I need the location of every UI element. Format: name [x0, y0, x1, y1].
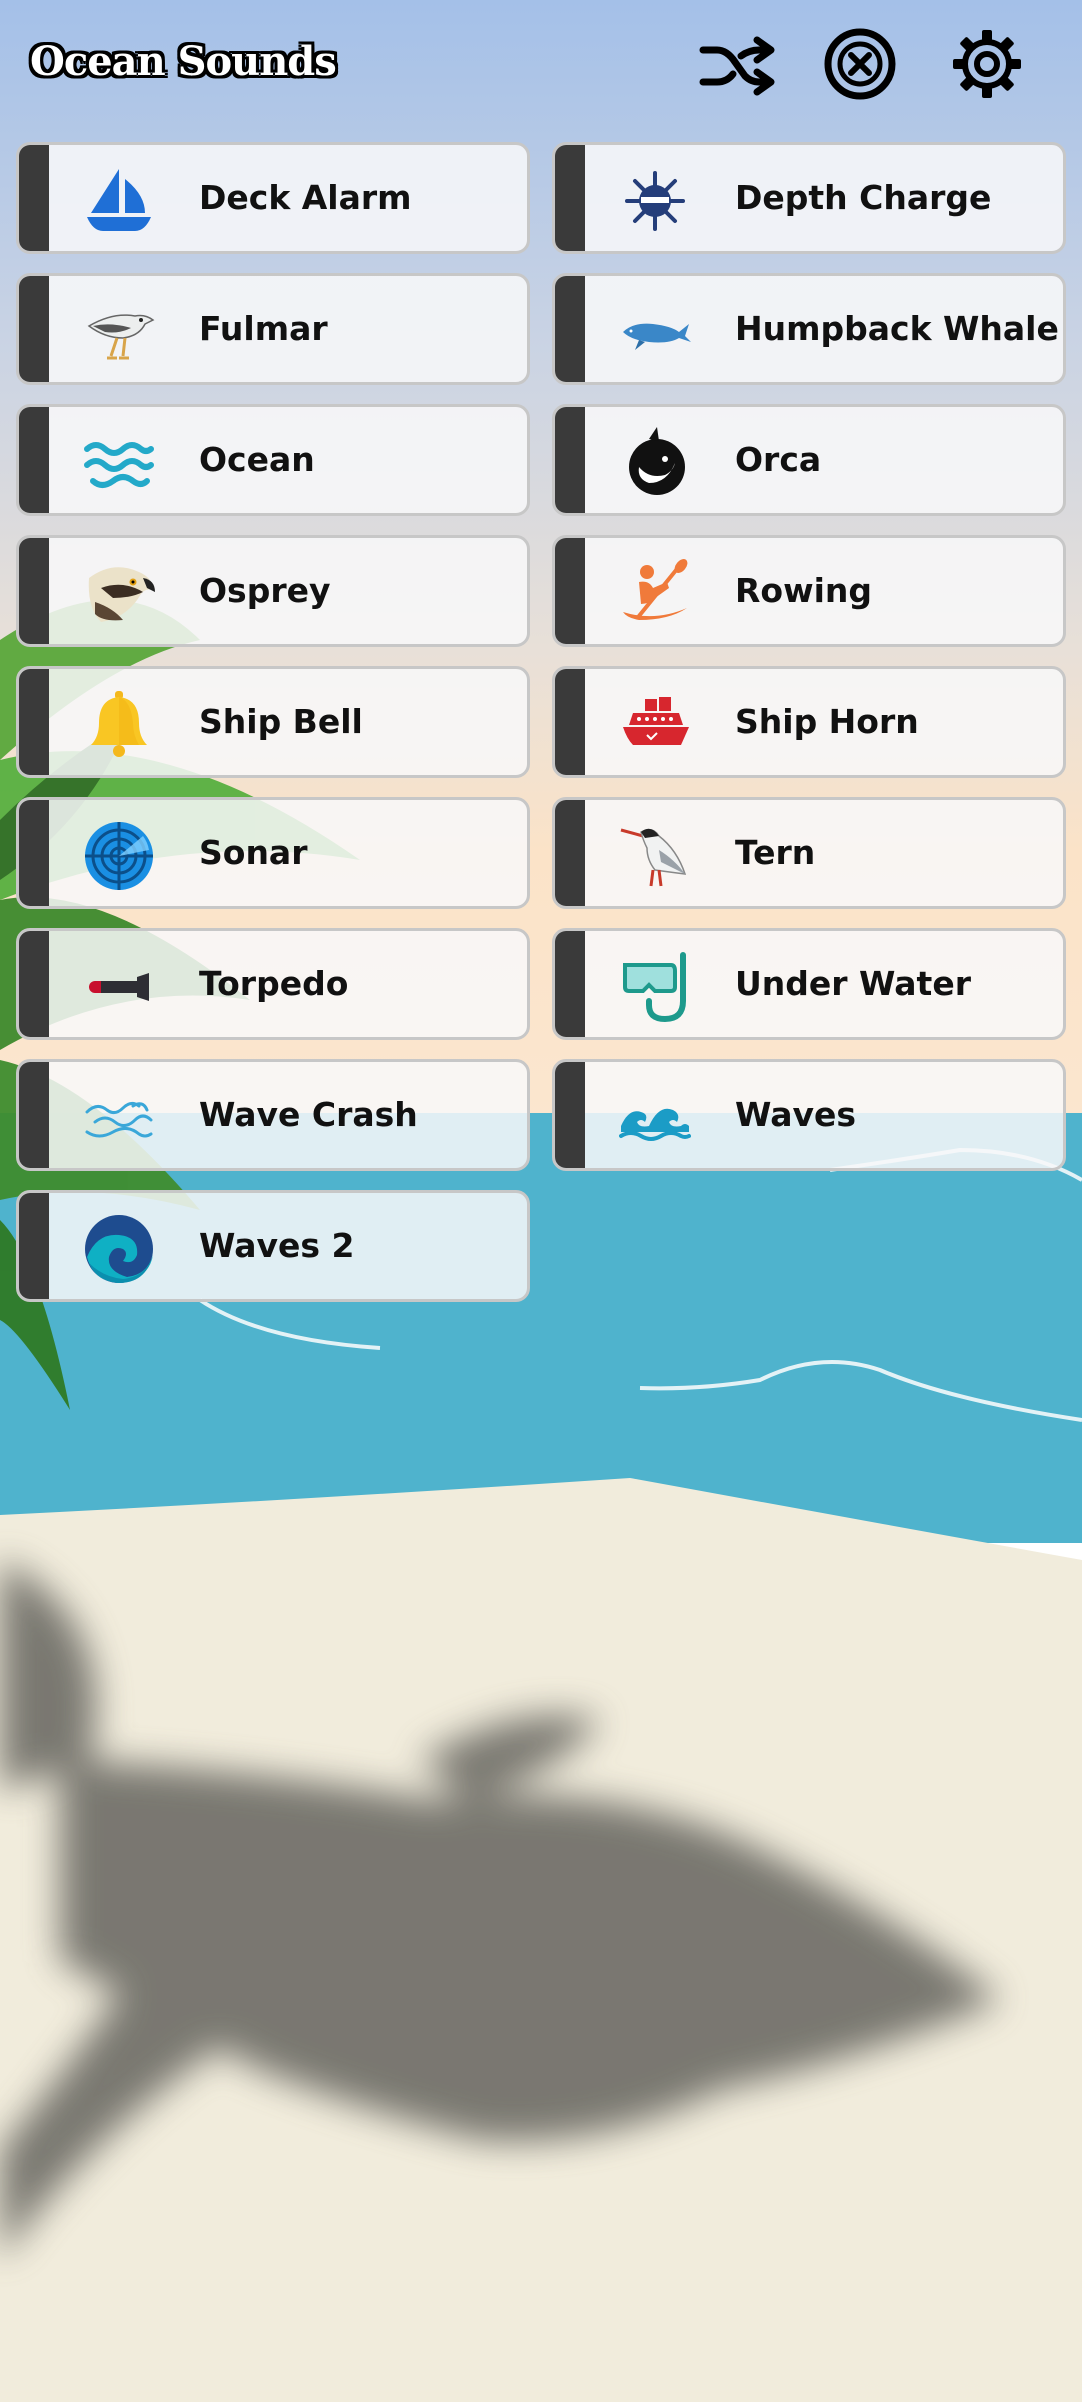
card-strip — [555, 407, 585, 513]
sound-button-wave-crash[interactable]: Wave Crash — [16, 1059, 530, 1171]
card-strip — [19, 538, 49, 644]
card-strip — [19, 145, 49, 251]
sound-button-ship-bell[interactable]: Ship Bell — [16, 666, 530, 778]
sound-button-ship-horn[interactable]: Ship Horn — [552, 666, 1066, 778]
card-strip — [555, 931, 585, 1037]
sound-button-sonar[interactable]: Sonar — [16, 797, 530, 909]
sound-button-under-water[interactable]: Under Water — [552, 928, 1066, 1040]
whale-icon — [619, 296, 691, 368]
card-strip — [555, 669, 585, 775]
sound-label: Waves 2 — [199, 1226, 355, 1265]
sound-label: Depth Charge — [735, 178, 992, 217]
card-strip — [555, 1062, 585, 1168]
card-strip — [19, 407, 49, 513]
sound-button-torpedo[interactable]: Torpedo — [16, 928, 530, 1040]
wave-lines-icon — [83, 1082, 155, 1154]
shuffle-icon — [699, 36, 775, 96]
sound-button-ocean[interactable]: Ocean — [16, 404, 530, 516]
sound-button-deck-alarm[interactable]: Deck Alarm — [16, 142, 530, 254]
card-strip — [19, 276, 49, 382]
snorkel-mask-icon — [619, 951, 691, 1023]
sound-label: Ship Bell — [199, 702, 363, 741]
settings-button[interactable] — [947, 24, 1027, 104]
card-strip — [19, 669, 49, 775]
stop-circle-x-icon — [824, 28, 896, 100]
orca-icon — [619, 427, 691, 499]
card-strip — [555, 538, 585, 644]
card-strip — [19, 931, 49, 1037]
app-title: Ocean Sounds — [30, 38, 337, 85]
sound-button-tern[interactable]: Tern — [552, 797, 1066, 909]
ship-icon — [619, 689, 691, 761]
torpedo-icon — [83, 951, 155, 1023]
sound-button-waves-2[interactable]: Waves 2 — [16, 1190, 530, 1302]
sound-button-waves[interactable]: Waves — [552, 1059, 1066, 1171]
sound-button-humpback-whale[interactable]: Humpback Whale — [552, 273, 1066, 385]
stop-all-button[interactable] — [820, 24, 900, 104]
card-strip — [555, 800, 585, 906]
waves-icon — [619, 1082, 691, 1154]
mine-icon — [619, 165, 691, 237]
shuffle-button[interactable] — [697, 24, 777, 104]
sound-label: Sonar — [199, 833, 308, 872]
sound-button-depth-charge[interactable]: Depth Charge — [552, 142, 1066, 254]
card-strip — [555, 145, 585, 251]
top-bar: Ocean Sounds — [0, 0, 1082, 130]
card-strip — [19, 1062, 49, 1168]
fulmar-bird-icon — [83, 296, 155, 368]
sound-label: Torpedo — [199, 964, 349, 1003]
osprey-icon — [83, 558, 155, 630]
sound-button-orca[interactable]: Orca — [552, 404, 1066, 516]
sound-label: Under Water — [735, 964, 971, 1003]
card-strip — [19, 800, 49, 906]
sound-label: Ship Horn — [735, 702, 919, 741]
sound-label: Osprey — [199, 571, 331, 610]
sound-button-fulmar[interactable]: Fulmar — [16, 273, 530, 385]
sound-label: Humpback Whale — [735, 309, 1059, 348]
card-strip — [555, 276, 585, 382]
tern-bird-icon — [619, 820, 691, 892]
sonar-icon — [83, 820, 155, 892]
ocean-waves-icon — [83, 427, 155, 499]
sound-label: Tern — [735, 833, 816, 872]
kayak-icon — [619, 558, 691, 630]
sound-label: Ocean — [199, 440, 315, 479]
sound-label: Orca — [735, 440, 822, 479]
sailboat-icon — [83, 165, 155, 237]
card-strip — [19, 1193, 49, 1299]
sound-button-rowing[interactable]: Rowing — [552, 535, 1066, 647]
wave-circle-icon — [83, 1213, 155, 1285]
sound-button-osprey[interactable]: Osprey — [16, 535, 530, 647]
sound-label: Waves — [735, 1095, 857, 1134]
sound-label: Fulmar — [199, 309, 328, 348]
bell-icon — [83, 689, 155, 761]
sound-label: Rowing — [735, 571, 872, 610]
gear-icon — [953, 30, 1021, 98]
sound-label: Wave Crash — [199, 1095, 418, 1134]
sound-label: Deck Alarm — [199, 178, 412, 217]
